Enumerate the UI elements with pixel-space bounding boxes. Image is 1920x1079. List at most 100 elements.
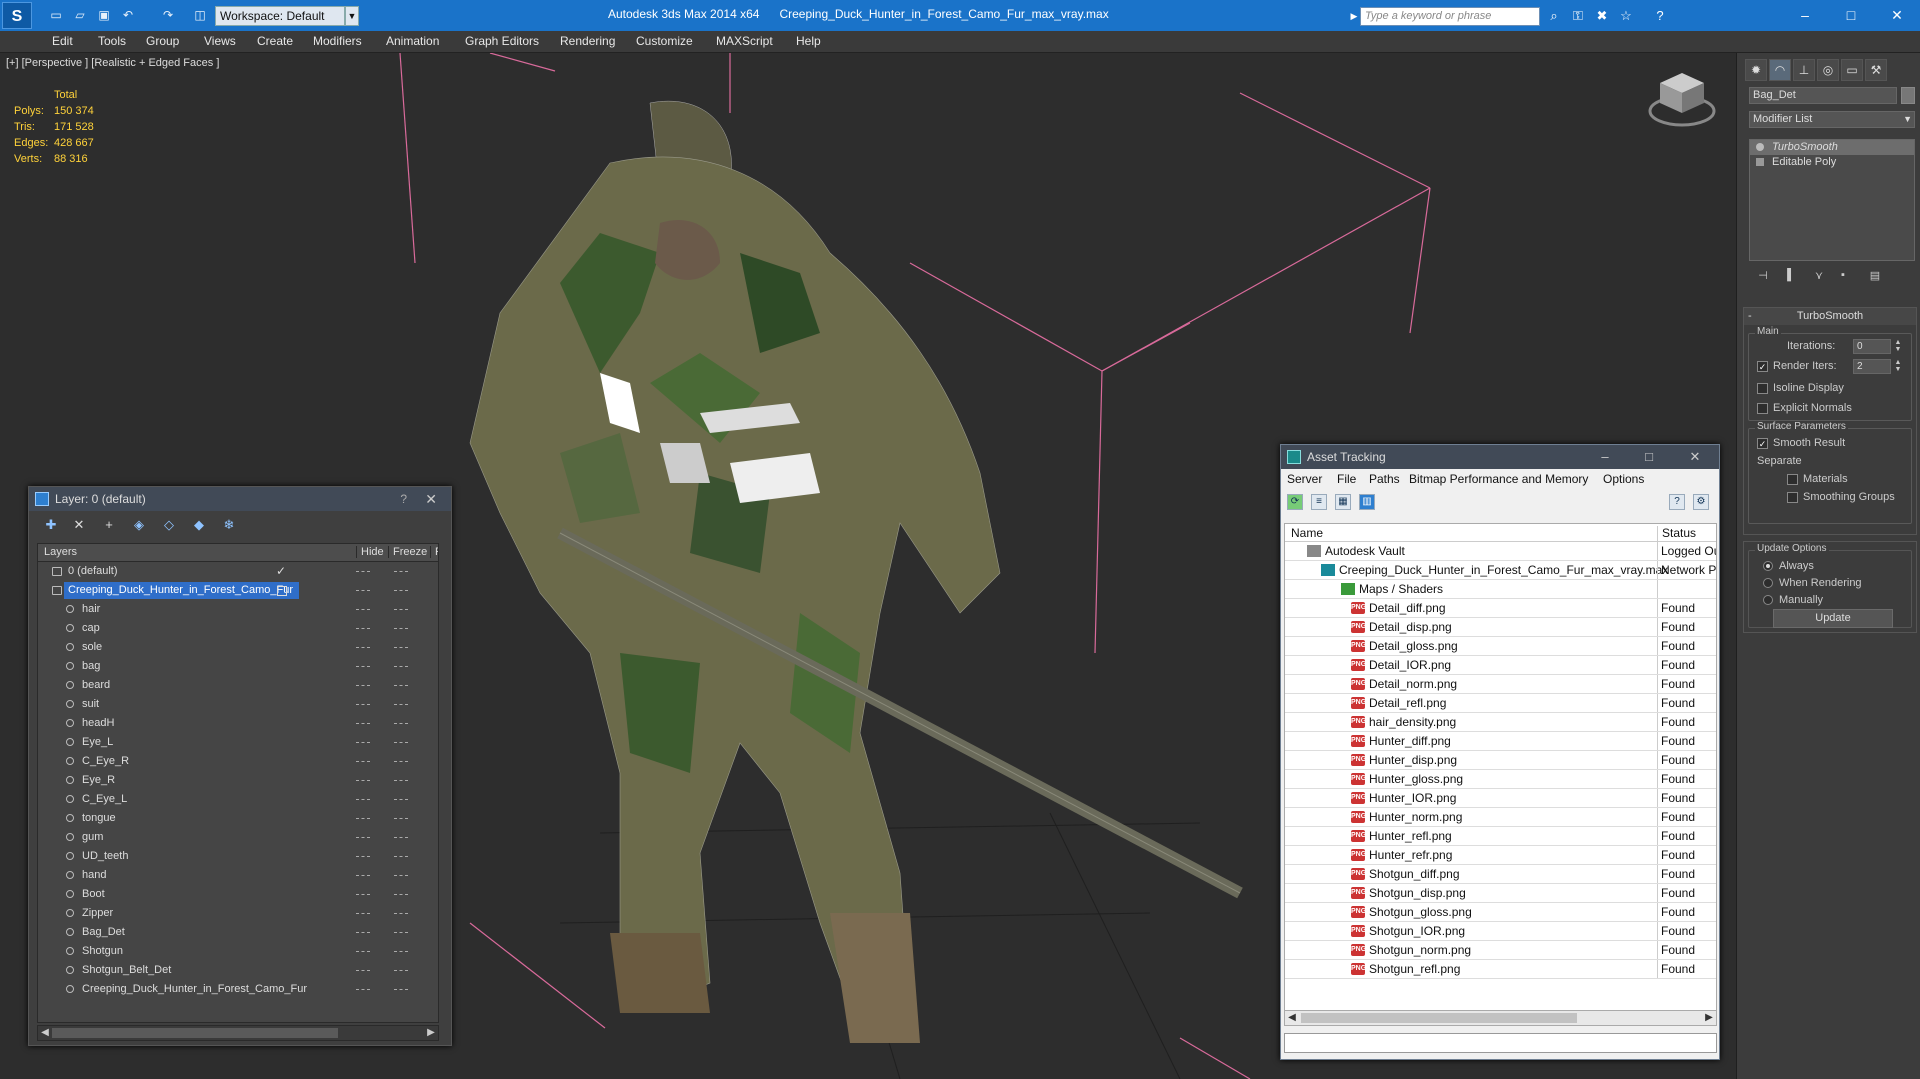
spinner-arrows-icon[interactable]: ▲ ▼ xyxy=(1893,339,1903,354)
freeze-toggle[interactable] xyxy=(394,685,408,686)
layer-row[interactable]: UD_teeth xyxy=(38,847,438,866)
layer-row[interactable]: Creeping_Duck_Hunter_in_Forest_Camo_Fur xyxy=(38,581,438,600)
help-icon[interactable]: ? xyxy=(400,487,407,511)
layer-row[interactable]: headH xyxy=(38,714,438,733)
asset-row[interactable]: PNG Detail_norm.png Found xyxy=(1285,675,1716,694)
close-icon[interactable]: ✕ xyxy=(425,487,437,511)
hide-toggle[interactable] xyxy=(356,856,370,857)
remove-modifier-icon[interactable]: ▪ xyxy=(1835,269,1851,285)
hierarchy-tab-icon[interactable]: ⊥ xyxy=(1793,59,1815,81)
display-tab-icon[interactable]: ▭ xyxy=(1841,59,1863,81)
hide-toggle[interactable] xyxy=(356,970,370,971)
asset-row[interactable]: PNG Hunter_diff.png Found xyxy=(1285,732,1716,751)
hide-toggle[interactable] xyxy=(356,666,370,667)
object-color-swatch[interactable] xyxy=(1901,87,1915,104)
hide-toggle[interactable] xyxy=(356,723,370,724)
update-when-rendering-radio[interactable] xyxy=(1763,578,1773,588)
project-folder-icon[interactable]: ◫ xyxy=(192,8,208,22)
materials-checkbox[interactable] xyxy=(1787,474,1798,485)
freeze-toggle[interactable] xyxy=(394,951,408,952)
layer-row-name[interactable]: Eye_R xyxy=(78,772,121,789)
layer-row[interactable]: Bag_Det xyxy=(38,923,438,942)
explicit-normals-checkbox[interactable] xyxy=(1757,403,1768,414)
freeze-toggle[interactable] xyxy=(394,818,408,819)
freeze-toggle[interactable] xyxy=(394,799,408,800)
asset-row[interactable]: PNG Hunter_refr.png Found xyxy=(1285,846,1716,865)
make-unique-icon[interactable]: ⋎ xyxy=(1811,269,1827,285)
freeze-toggle[interactable] xyxy=(394,989,408,990)
plus-icon[interactable] xyxy=(1756,158,1764,166)
layer-row[interactable]: cap xyxy=(38,619,438,638)
freeze-toggle[interactable] xyxy=(394,723,408,724)
redo-icon[interactable]: ↷ xyxy=(160,8,176,22)
object-name-field[interactable]: Bag_Det xyxy=(1749,87,1897,104)
layer-row-name[interactable]: cap xyxy=(78,620,106,637)
settings-icon[interactable]: ⚙ xyxy=(1693,494,1709,510)
show-end-result-icon[interactable]: ▌ xyxy=(1783,269,1799,285)
layer-row[interactable]: bag xyxy=(38,657,438,676)
asset-row[interactable]: PNG Detail_refl.png Found xyxy=(1285,694,1716,713)
asset-menu-paths[interactable]: Paths xyxy=(1369,472,1400,486)
menu-graph-editors[interactable]: Graph Editors xyxy=(465,34,539,48)
column-freeze[interactable]: Freeze xyxy=(388,546,427,558)
layer-row-name[interactable]: Zipper xyxy=(78,905,119,922)
asset-row[interactable]: PNG Shotgun_norm.png Found xyxy=(1285,941,1716,960)
modifier-stack[interactable]: TurboSmooth Editable Poly xyxy=(1749,139,1915,261)
layer-row-name[interactable]: beard xyxy=(78,677,116,694)
layer-row-name[interactable]: Shotgun_Belt_Det xyxy=(78,962,177,979)
menu-rendering[interactable]: Rendering xyxy=(560,34,615,48)
hide-toggle[interactable] xyxy=(356,609,370,610)
create-layer-icon[interactable]: ✚ xyxy=(43,517,59,533)
hide-toggle[interactable] xyxy=(356,951,370,952)
freeze-toggle[interactable] xyxy=(394,590,408,591)
layer-row[interactable]: Eye_L xyxy=(38,733,438,752)
asset-row[interactable]: Maps / Shaders xyxy=(1285,580,1716,599)
hide-toggle[interactable] xyxy=(356,989,370,990)
asset-row[interactable]: PNG Shotgun_disp.png Found xyxy=(1285,884,1716,903)
menu-help[interactable]: Help xyxy=(796,34,821,48)
freeze-toggle[interactable] xyxy=(394,742,408,743)
column-status[interactable]: Status xyxy=(1657,526,1696,542)
menu-customize[interactable]: Customize xyxy=(636,34,693,48)
hide-toggle[interactable] xyxy=(356,761,370,762)
hide-toggle[interactable] xyxy=(356,894,370,895)
asset-menu-bitmap[interactable]: Bitmap Performance and Memory xyxy=(1409,472,1588,486)
modify-tab-icon[interactable]: ◠ xyxy=(1769,59,1791,81)
motion-tab-icon[interactable]: ◎ xyxy=(1817,59,1839,81)
menu-maxscript[interactable]: MAXScript xyxy=(716,34,773,48)
layer-row[interactable]: C_Eye_R xyxy=(38,752,438,771)
layer-row[interactable]: C_Eye_L xyxy=(38,790,438,809)
render-iters-checkbox[interactable]: ✓ xyxy=(1757,361,1768,372)
layer-row-name[interactable]: Boot xyxy=(78,886,111,903)
smoothing-groups-checkbox[interactable] xyxy=(1787,492,1798,503)
hide-toggle[interactable] xyxy=(356,685,370,686)
layer-row[interactable]: hand xyxy=(38,866,438,885)
menu-tools[interactable]: Tools xyxy=(98,34,126,48)
hide-toggle[interactable] xyxy=(356,818,370,819)
freeze-toggle[interactable] xyxy=(394,780,408,781)
asset-row[interactable]: PNG Detail_IOR.png Found xyxy=(1285,656,1716,675)
close-icon[interactable]: ✕ xyxy=(1685,445,1705,469)
hide-toggle[interactable] xyxy=(356,647,370,648)
asset-row[interactable]: PNG Shotgun_diff.png Found xyxy=(1285,865,1716,884)
hide-toggle[interactable] xyxy=(356,742,370,743)
current-layer-check-icon[interactable]: ✓ xyxy=(276,562,286,581)
layer-row[interactable]: suit xyxy=(38,695,438,714)
isoline-display-checkbox[interactable] xyxy=(1757,383,1768,394)
pin-stack-icon[interactable]: ⊣ xyxy=(1755,269,1771,285)
asset-row[interactable]: PNG Shotgun_IOR.png Found xyxy=(1285,922,1716,941)
asset-horizontal-scrollbar[interactable]: ◀ ▶ xyxy=(1284,1010,1717,1026)
menu-edit[interactable]: Edit xyxy=(52,34,73,48)
hide-toggle[interactable] xyxy=(356,590,370,591)
freeze-toggle[interactable] xyxy=(394,628,408,629)
maximize-icon[interactable]: □ xyxy=(1838,5,1864,25)
freeze-toggle[interactable] xyxy=(394,571,408,572)
layer-row[interactable]: Creeping_Duck_Hunter_in_Forest_Camo_Fur xyxy=(38,980,438,999)
layer-row[interactable]: Eye_R xyxy=(38,771,438,790)
create-tab-icon[interactable]: ✹ xyxy=(1745,59,1767,81)
close-icon[interactable]: ✕ xyxy=(1884,5,1910,25)
asset-row[interactable]: Autodesk Vault Logged Out xyxy=(1285,542,1716,561)
freeze-toggle[interactable] xyxy=(394,761,408,762)
layer-row-name[interactable]: Bag_Det xyxy=(78,924,131,941)
detail-view-icon[interactable]: ▦ xyxy=(1335,494,1351,510)
